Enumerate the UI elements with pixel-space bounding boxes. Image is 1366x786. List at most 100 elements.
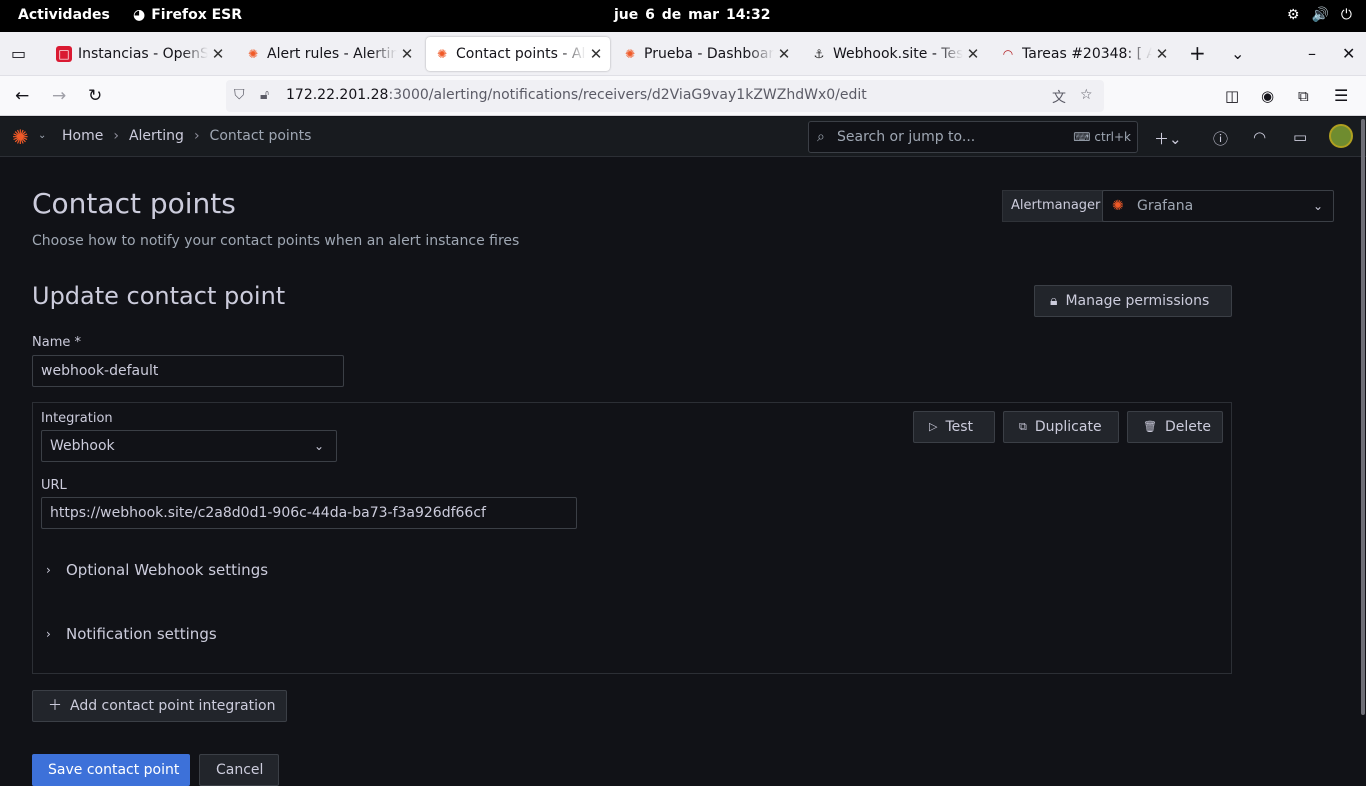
breadcrumb-alerting[interactable]: Alerting <box>129 128 184 144</box>
avatar[interactable] <box>1329 124 1353 148</box>
section-title: Update contact point <box>32 282 286 310</box>
insecure-lock-icon[interactable]: 🔓︎ <box>260 87 269 103</box>
firefox-icon: ◕ <box>133 7 146 23</box>
translate-icon[interactable]: 文 <box>1052 87 1066 107</box>
delete-button[interactable]: 🗑︎ Delete <box>1127 411 1223 443</box>
grafana-icon: ✺ <box>247 47 259 61</box>
network-icon: ⚙ <box>1286 7 1300 23</box>
breadcrumb-home[interactable]: Home <box>62 128 103 144</box>
help-icon[interactable]: ⓘ <box>1213 128 1228 149</box>
send-icon: ▷ <box>929 420 938 433</box>
integration-select[interactable]: Webhook ⌄ <box>41 430 337 462</box>
cancel-button[interactable]: Cancel <box>199 754 279 786</box>
notification-settings-toggle[interactable]: › Notification settings <box>46 625 217 643</box>
search-shortcut: ⌨ ctrl+k <box>1073 130 1131 144</box>
back-icon[interactable]: ← <box>15 86 29 106</box>
bookmark-star-icon[interactable]: ☆ <box>1080 87 1093 103</box>
tab-contact-points[interactable]: ✺ Contact points - Aler ✕ <box>426 37 610 71</box>
scrollbar[interactable] <box>1361 119 1365 715</box>
breadcrumb-separator: › <box>193 128 200 144</box>
name-field[interactable]: webhook-default <box>32 355 344 387</box>
alertmanager-select[interactable]: ✺ Grafana ⌄ <box>1102 190 1334 222</box>
close-icon[interactable]: ✕ <box>588 45 604 63</box>
breadcrumb-contact-points: Contact points <box>209 128 312 144</box>
reload-icon[interactable]: ↻ <box>88 86 102 106</box>
alertmanager-value: Grafana <box>1137 198 1194 214</box>
url-bar[interactable]: ⛉ 🔓︎ 172.22.201.28:3000/alerting/notific… <box>226 80 1104 112</box>
tab-redmine[interactable]: ◠ Tareas #20348: [ AS ✕ <box>992 37 1176 71</box>
plus-icon: ＋ <box>48 698 62 714</box>
close-icon[interactable]: ✕ <box>399 45 415 63</box>
grafana-icon: ✺ <box>436 47 448 61</box>
openstack-icon: □ <box>56 46 72 62</box>
redmine-icon: ◠ <box>1002 47 1014 61</box>
url-field[interactable]: https://webhook.site/c2a8d0d1-906c-44da-… <box>41 497 577 529</box>
webhook-site-icon: ⚓ <box>813 47 825 61</box>
grafana-app: ✺ ⌄ Home › Alerting › Contact points ⌕ S… <box>0 117 1366 786</box>
close-icon[interactable]: ✕ <box>965 45 981 63</box>
duplicate-button[interactable]: ⧉ Duplicate <box>1003 411 1119 443</box>
minimize-icon[interactable]: – <box>1308 44 1316 63</box>
tab-title: Alert rules - Alerting <box>267 46 397 62</box>
url-host: 172.22.201.28 <box>286 87 389 103</box>
test-button[interactable]: ▷ Test <box>913 411 995 443</box>
chevron-right-icon: › <box>46 563 51 577</box>
account-icon[interactable]: ◉ <box>1261 87 1274 105</box>
close-icon[interactable]: ✕ <box>776 45 792 63</box>
url-label: URL <box>41 478 67 493</box>
chevron-right-icon: › <box>46 627 51 641</box>
close-icon[interactable]: ✕ <box>1154 45 1170 63</box>
save-contact-point-button[interactable]: Save contact point <box>32 754 190 786</box>
grafana-top-bar: ✺ ⌄ Home › Alerting › Contact points ⌕ S… <box>0 117 1366 157</box>
tab-webhook-site[interactable]: ⚓ Webhook.site - Test ✕ <box>803 37 987 71</box>
copy-icon: ⧉ <box>1019 420 1027 433</box>
tab-title: Instancias - OpenSta <box>78 46 208 62</box>
grafana-icon: ✺ <box>1112 198 1124 214</box>
page-title: Contact points <box>32 187 236 220</box>
manage-permissions-button[interactable]: 🔒︎ Manage permissions <box>1034 285 1232 317</box>
breadcrumb: Home › Alerting › Contact points <box>62 128 311 144</box>
news-feed-icon[interactable]: ◠ <box>1253 128 1266 146</box>
alertmanager-label: Alertmanager <box>1002 190 1110 222</box>
tab-title: Webhook.site - Test <box>833 46 963 62</box>
clock[interactable]: jue 6 de mar 14:32 <box>614 7 771 23</box>
trash-icon: 🗑︎ <box>1143 420 1157 433</box>
system-tray[interactable]: ⚙ 🔊 ⏻ <box>1287 7 1352 23</box>
extensions-icon[interactable]: ⧉ <box>1298 87 1309 105</box>
app-menu[interactable]: ◕ Firefox ESR <box>133 7 242 23</box>
add-new-icon[interactable]: ＋⌄ <box>1154 128 1182 149</box>
search-input[interactable]: ⌕ Search or jump to... ⌨ ctrl+k <box>808 121 1138 153</box>
search-placeholder: Search or jump to... <box>837 129 976 145</box>
optional-webhook-settings-toggle[interactable]: › Optional Webhook settings <box>46 561 268 579</box>
add-contact-point-integration-button[interactable]: ＋ Add contact point integration <box>32 690 287 722</box>
tab-title: Contact points - Aler <box>456 46 586 62</box>
nav-toolbar: ← → ↻ ⛉ 🔓︎ 172.22.201.28:3000/alerting/n… <box>0 76 1366 116</box>
close-window-icon[interactable]: ✕ <box>1342 44 1355 63</box>
pocket-icon[interactable]: ◫ <box>1225 87 1239 105</box>
page-subtitle: Choose how to notify your contact points… <box>32 233 520 249</box>
activities-button[interactable]: Actividades <box>18 7 110 23</box>
chevron-down-icon[interactable]: ⌄ <box>38 130 46 141</box>
chevron-down-icon: ⌄ <box>1312 199 1323 213</box>
power-icon: ⏻ <box>1340 7 1352 23</box>
app-name: Firefox ESR <box>151 7 243 23</box>
tab-title: Prueba - Dashboard <box>644 46 774 62</box>
chevron-down-icon: ⌄ <box>313 439 324 453</box>
kiosk-mode-icon[interactable]: ▭ <box>1293 128 1307 146</box>
tab-openstack[interactable]: □ Instancias - OpenSta ✕ <box>48 37 232 71</box>
new-tab-icon[interactable]: + <box>1189 41 1206 65</box>
tab-title: Tareas #20348: [ AS <box>1022 46 1152 62</box>
forward-icon[interactable]: → <box>52 86 66 106</box>
breadcrumb-separator: › <box>113 128 119 144</box>
grafana-logo-icon[interactable]: ✺ <box>12 125 29 149</box>
shield-icon[interactable]: ⛉ <box>234 87 245 103</box>
firefox-view-icon[interactable]: ▭ <box>11 44 26 63</box>
close-icon[interactable]: ✕ <box>210 45 226 63</box>
menu-icon[interactable]: ☰ <box>1334 86 1348 105</box>
tab-alert-rules[interactable]: ✺ Alert rules - Alerting ✕ <box>237 37 421 71</box>
grafana-icon: ✺ <box>624 47 636 61</box>
url-path: :3000/alerting/notifications/receivers/d… <box>388 87 867 103</box>
tab-list-chevron-icon[interactable]: ⌄ <box>1231 44 1244 63</box>
tab-dashboard[interactable]: ✺ Prueba - Dashboard ✕ <box>614 37 798 71</box>
system-top-bar: Actividades ◕ Firefox ESR jue 6 de mar 1… <box>0 0 1366 32</box>
